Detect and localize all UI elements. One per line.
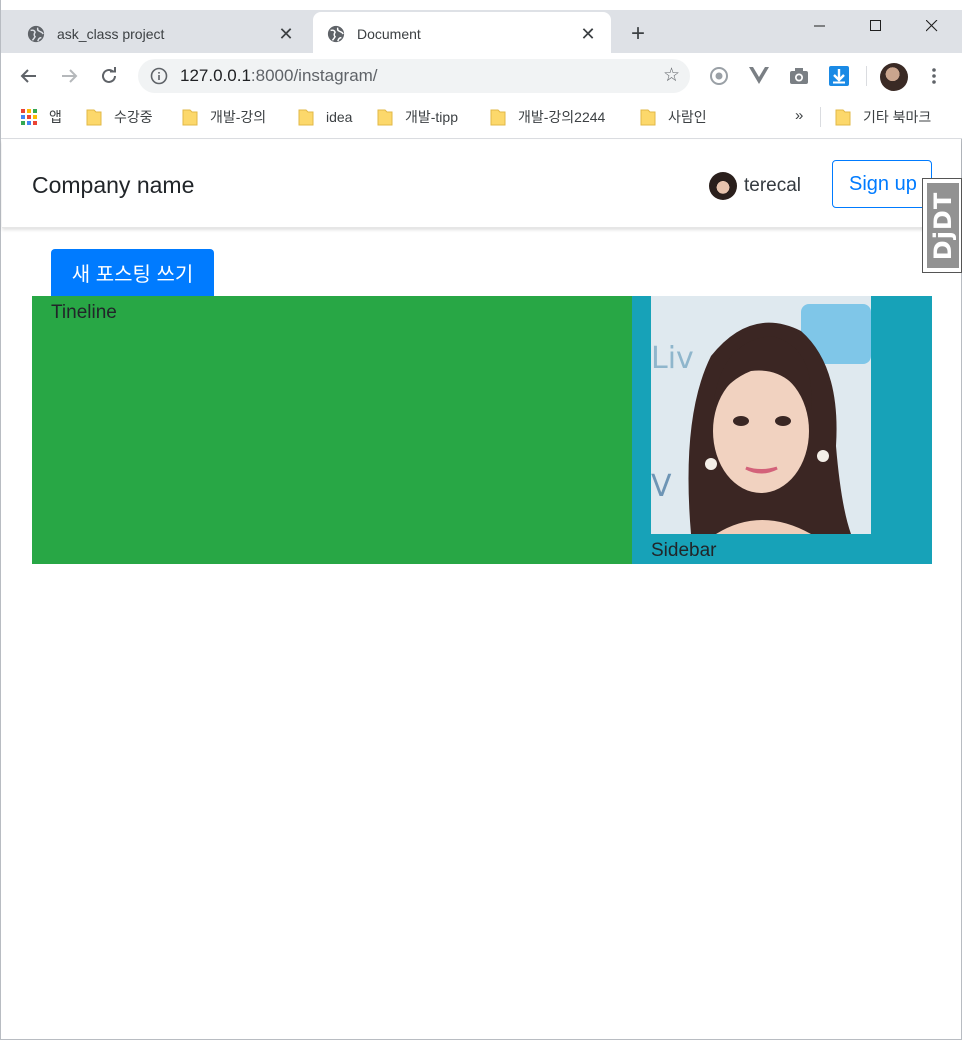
camera-icon xyxy=(790,68,808,84)
user-avatar xyxy=(709,172,737,200)
folder-icon xyxy=(377,109,393,125)
new-tab-button[interactable]: + xyxy=(625,22,651,46)
url-path: :8000/instagram/ xyxy=(250,66,378,85)
url-text: 127.0.0.1:8000/instagram/ xyxy=(180,66,378,86)
timeline-label: Tineline xyxy=(51,302,117,323)
bookmark-folder[interactable]: 사람인 xyxy=(640,107,707,127)
download-icon xyxy=(829,66,849,86)
forward-button[interactable] xyxy=(57,64,81,88)
bookmark-folder[interactable]: idea xyxy=(298,107,352,127)
forward-arrow-icon xyxy=(62,69,78,83)
bookmark-star-icon[interactable]: ☆ xyxy=(663,66,680,86)
reload-button[interactable] xyxy=(97,64,121,88)
globe-icon xyxy=(27,25,45,42)
bookmark-folder[interactable]: 개발-강의 xyxy=(182,107,266,127)
folder-icon xyxy=(835,109,851,125)
screenshot-button[interactable] xyxy=(787,64,811,88)
vue-icon xyxy=(749,67,769,84)
maximize-icon xyxy=(870,20,881,31)
minimize-icon xyxy=(814,25,825,27)
tab-close-icon[interactable]: ✕ xyxy=(577,23,599,45)
brand-title[interactable]: Company name xyxy=(32,172,194,199)
maximize-button[interactable] xyxy=(853,12,899,40)
menu-button[interactable] xyxy=(922,64,946,88)
browser-window: ask_class project ✕ Document ✕ + 127.0.0… xyxy=(0,0,962,1040)
apps-grid-icon xyxy=(21,109,37,125)
djdt-label: DjDT xyxy=(929,191,958,260)
bookmark-apps[interactable]: 앱 xyxy=(21,107,62,127)
toolbar-separator xyxy=(866,66,867,86)
back-button[interactable] xyxy=(17,64,41,88)
sidebar-panel: Liv V Sidebar xyxy=(632,296,932,564)
bookmark-folder[interactable]: 개발-tipp xyxy=(377,107,458,127)
other-bookmarks-label: 기타 북마크 xyxy=(863,109,932,125)
bookmark-label: idea xyxy=(326,109,353,125)
extension-ring-icon xyxy=(710,67,728,85)
folder-icon xyxy=(86,109,102,125)
address-bar[interactable]: 127.0.0.1:8000/instagram/ ☆ xyxy=(138,59,690,93)
globe-icon xyxy=(327,25,345,42)
tab-title: Document xyxy=(357,25,421,42)
bookmark-label: 앱 xyxy=(49,109,62,125)
bookmark-label: 사람인 xyxy=(668,109,707,125)
minimize-button[interactable] xyxy=(797,12,843,40)
new-post-button[interactable]: 새 포스팅 쓰기 xyxy=(51,249,214,296)
back-arrow-icon xyxy=(20,69,36,83)
django-debug-toolbar-handle[interactable]: DjDT xyxy=(922,178,962,273)
bookmarks-overflow-button[interactable]: » xyxy=(795,107,803,124)
timeline-panel: Tineline xyxy=(32,296,632,564)
tab-close-icon[interactable]: ✕ xyxy=(275,23,297,45)
bookmark-label: 수강중 xyxy=(114,109,153,125)
tab-strip: ask_class project ✕ Document ✕ + xyxy=(1,0,962,55)
bookmark-label: 개발-강의 xyxy=(210,109,267,125)
other-bookmarks[interactable]: 기타 북마크 xyxy=(835,107,931,127)
extension-button[interactable] xyxy=(707,64,731,88)
folder-icon xyxy=(490,109,506,125)
bookmark-label: 개발-강의2244 xyxy=(518,109,606,125)
folder-icon xyxy=(182,109,198,125)
reload-icon xyxy=(102,67,116,83)
url-host: 127.0.0.1 xyxy=(180,66,251,85)
kebab-menu-icon xyxy=(932,68,936,84)
tab-ask-class-project[interactable]: ask_class project ✕ xyxy=(9,12,309,55)
info-icon[interactable] xyxy=(150,67,168,85)
profile-avatar[interactable] xyxy=(880,63,908,91)
bookmark-folder[interactable]: 수강중 xyxy=(86,107,153,127)
svg-text:Liv: Liv xyxy=(651,341,694,376)
username: terecal xyxy=(744,175,802,196)
tab-document[interactable]: Document ✕ xyxy=(313,12,611,55)
bookmarks-separator xyxy=(820,107,821,127)
portrait-image: Liv V xyxy=(651,296,871,534)
bookmark-label: 개발-tipp xyxy=(405,109,458,125)
close-window-button[interactable] xyxy=(909,12,955,40)
signup-button[interactable]: Sign up xyxy=(832,160,932,208)
close-icon xyxy=(926,20,938,32)
user-profile-link[interactable]: terecal xyxy=(709,172,801,200)
bookmark-folder[interactable]: 개발-강의2244 xyxy=(490,107,605,127)
bookmarks-bar: 앱 수강중 개발-강의 idea 개발-tipp 개발-강의2244 사람인 » xyxy=(1,99,962,139)
folder-icon xyxy=(298,109,314,125)
profile-photo: Liv V xyxy=(651,296,871,534)
download-button[interactable] xyxy=(827,64,851,88)
folder-icon xyxy=(640,109,656,125)
browser-toolbar: 127.0.0.1:8000/instagram/ ☆ xyxy=(1,53,962,99)
vue-devtools-button[interactable] xyxy=(747,64,771,88)
tab-title: ask_class project xyxy=(57,25,165,42)
svg-text:V: V xyxy=(651,469,672,504)
sidebar-label: Sidebar xyxy=(651,540,717,561)
site-navbar: Company name terecal Sign up xyxy=(2,140,961,228)
djdt-badge: DjDT xyxy=(927,183,959,268)
